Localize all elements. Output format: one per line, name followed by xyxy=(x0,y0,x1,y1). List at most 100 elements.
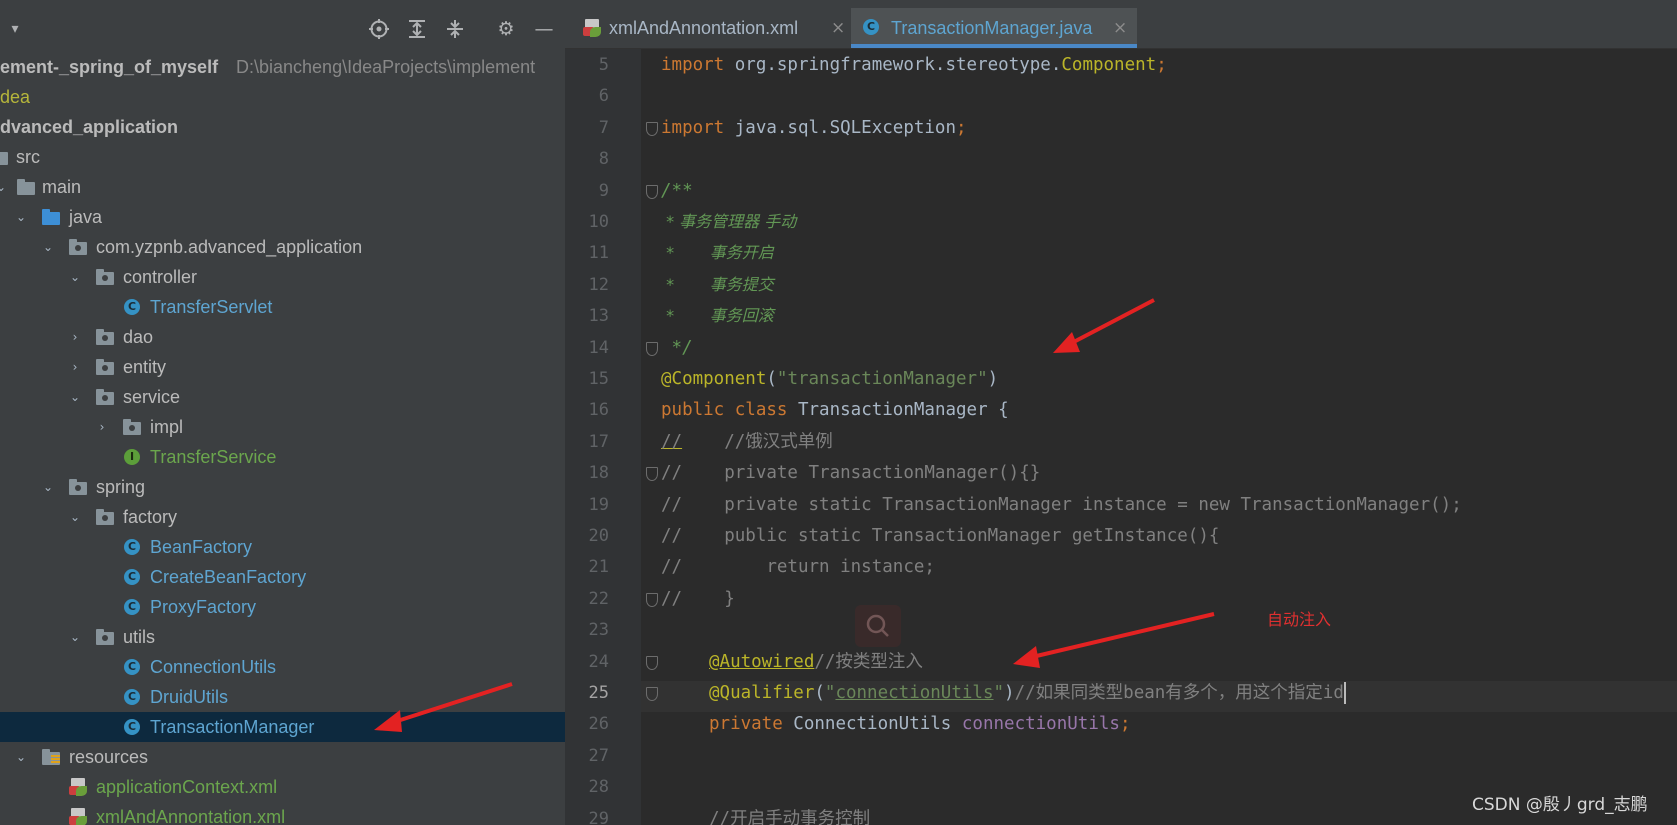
code-token: Component xyxy=(1061,55,1157,75)
chevron-down-icon[interactable]: ⌄ xyxy=(68,262,82,292)
expand-all-icon[interactable] xyxy=(404,18,430,40)
tree-row-project-root[interactable]: ement-_spring_of_myself D:\biancheng\Ide… xyxy=(0,52,565,82)
code-editor[interactable]: 5 6 7 8 9 10 11 12 13 14 15 16 17 18 19 … xyxy=(565,49,1677,825)
code-line: // //饿汉式单例 xyxy=(661,427,833,457)
tree-label: entity xyxy=(123,357,167,377)
tree-row-impl[interactable]: › impl xyxy=(0,412,565,442)
minimize-icon[interactable]: — xyxy=(531,18,557,40)
tree-row-applicationcontext[interactable]: applicationContext.xml xyxy=(0,772,565,802)
code-token: import xyxy=(661,118,725,138)
tree-label: TransferServlet xyxy=(150,297,273,317)
code-line: // } xyxy=(661,589,735,609)
line-number: 22 xyxy=(588,589,609,609)
search-icon[interactable] xyxy=(855,605,901,647)
line-number-current: 25 xyxy=(588,683,609,703)
tree-label: controller xyxy=(123,267,198,287)
tree-row-utils[interactable]: ⌄ utils xyxy=(0,622,565,652)
fold-marker-icon[interactable] xyxy=(646,687,658,701)
close-icon[interactable]: × xyxy=(831,8,845,48)
tree-row-createbeanfactory[interactable]: C CreateBeanFactory xyxy=(0,562,565,592)
code-token: //饿汉式单例 xyxy=(682,432,833,452)
tree-row-advanced-application[interactable]: dvanced_application xyxy=(0,112,565,142)
line-number: 17 xyxy=(588,432,609,452)
tree-row-entity[interactable]: › entity xyxy=(0,352,565,382)
chevron-down-icon[interactable]: ⌄ xyxy=(68,502,82,532)
code-token: ( xyxy=(814,683,825,703)
class-icon: C xyxy=(124,689,140,705)
tree-row-service[interactable]: ⌄ service xyxy=(0,382,565,412)
tree-row-src[interactable]: src xyxy=(0,142,565,172)
dropdown-chevron-icon[interactable]: ▾ xyxy=(2,18,28,40)
project-root-path: D:\biancheng\IdeaProjects\implement xyxy=(236,57,536,77)
tree-row-proxyfactory[interactable]: C ProxyFactory xyxy=(0,592,565,622)
chevron-down-icon[interactable]: ⌄ xyxy=(41,472,55,502)
tree-row-java[interactable]: ⌄ java xyxy=(0,202,565,232)
tab-label: xmlAndAnnontation.xml xyxy=(609,18,799,38)
code-token: ; xyxy=(956,118,967,138)
class-icon: C xyxy=(124,539,140,555)
chevron-right-icon[interactable]: › xyxy=(68,322,82,352)
tree-row-transferservice[interactable]: I TransferService xyxy=(0,442,565,472)
tree-row-xmlandannontation[interactable]: xmlAndAnnontation.xml xyxy=(0,802,565,825)
chevron-right-icon[interactable]: › xyxy=(95,412,109,442)
package-icon xyxy=(96,359,114,375)
chevron-down-icon[interactable]: ⌄ xyxy=(14,202,28,232)
tree-row-package-root[interactable]: ⌄ com.yzpnb.advanced_application xyxy=(0,232,565,262)
code-line-current: @Qualifier("connectionUtils")//如果同类型bean… xyxy=(709,678,1346,708)
locate-icon[interactable] xyxy=(366,18,392,40)
tab-xmlandannontation[interactable]: xmlAndAnnontation.xml × xyxy=(569,8,845,48)
chevron-down-icon[interactable]: ⌄ xyxy=(41,232,55,262)
code-line: * 事务管理器 手动 xyxy=(661,212,797,231)
chevron-down-icon[interactable]: ⌄ xyxy=(0,172,8,202)
project-root-label: ement-_spring_of_myself xyxy=(0,57,219,77)
tree-row-resources[interactable]: ⌄ resources xyxy=(0,742,565,772)
chevron-down-icon[interactable]: ⌄ xyxy=(68,382,82,412)
code-line: * 事务开启 xyxy=(661,243,774,262)
red-arrow-icon xyxy=(1053,298,1155,353)
class-icon: C xyxy=(124,299,140,315)
tree-row-controller[interactable]: ⌄ controller xyxy=(0,262,565,292)
xml-file-icon xyxy=(69,778,87,796)
package-icon xyxy=(96,629,114,645)
tree-label: service xyxy=(123,387,181,407)
code-line: private ConnectionUtils connectionUtils; xyxy=(709,709,1130,739)
code-token: ( xyxy=(766,369,777,389)
gear-icon[interactable]: ⚙ xyxy=(493,18,519,40)
red-arrow-icon xyxy=(1013,612,1215,668)
tab-transactionmanager[interactable]: C TransactionManager.java × xyxy=(851,8,1137,48)
fold-marker-icon[interactable] xyxy=(646,656,658,670)
tree-label: dao xyxy=(123,327,154,347)
fold-marker-icon[interactable] xyxy=(646,342,658,356)
code-line: @Autowired//按类型注入 xyxy=(709,647,923,677)
line-number: 16 xyxy=(588,400,609,420)
code-line: /** xyxy=(661,181,693,201)
fold-marker-icon[interactable] xyxy=(646,185,658,199)
chevron-right-icon[interactable]: › xyxy=(68,352,82,382)
line-number: 21 xyxy=(588,557,609,577)
line-number: 8 xyxy=(598,149,609,169)
code-line: // public static TransactionManager getI… xyxy=(661,526,1220,546)
collapse-all-icon[interactable] xyxy=(442,18,468,40)
tree-label: com.yzpnb.advanced_application xyxy=(96,237,363,257)
tree-row-main[interactable]: ⌄ main xyxy=(0,172,565,202)
tree-row-beanfactory[interactable]: C BeanFactory xyxy=(0,532,565,562)
fold-marker-icon[interactable] xyxy=(646,593,658,607)
tree-row-factory[interactable]: ⌄ factory xyxy=(0,502,565,532)
code-line: */ xyxy=(661,338,693,358)
close-icon[interactable]: × xyxy=(1113,8,1127,48)
fold-marker-icon[interactable] xyxy=(646,122,658,136)
code-token: " xyxy=(824,683,836,703)
chevron-down-icon[interactable]: ⌄ xyxy=(68,622,82,652)
chevron-down-icon[interactable]: ⌄ xyxy=(14,742,28,772)
class-icon: C xyxy=(124,599,140,615)
tree-row-dao[interactable]: › dao xyxy=(0,322,565,352)
line-number: 12 xyxy=(588,275,609,295)
line-number: 23 xyxy=(588,620,609,640)
fold-marker-icon[interactable] xyxy=(646,467,658,481)
code-token: TransactionManager { xyxy=(787,400,1009,420)
tree-row-transferservlet[interactable]: C TransferServlet xyxy=(0,292,565,322)
tree-row-idea[interactable]: dea xyxy=(0,82,565,112)
tree-label: dea xyxy=(0,87,31,107)
code-line: import org.springframework.stereotype.Co… xyxy=(661,50,1167,80)
tree-row-spring[interactable]: ⌄ spring xyxy=(0,472,565,502)
